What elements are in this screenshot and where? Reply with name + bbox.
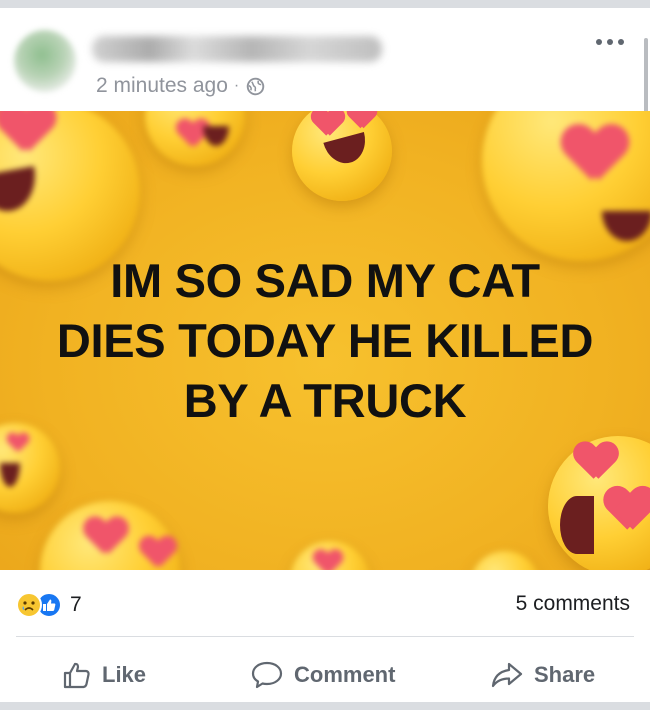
post-timestamp[interactable]: 2 minutes ago	[96, 74, 228, 98]
post-card: 2 minutes ago · IM SO SAD MY CAT DIES TO…	[0, 8, 650, 702]
heart-eyes-emoji-decoration	[145, 111, 245, 166]
comment-button[interactable]: Comment	[250, 656, 395, 694]
heart-eyes-emoji-decoration	[290, 541, 370, 570]
heart-eyes-emoji-decoration	[482, 111, 650, 261]
reactions-summary[interactable]: 7	[16, 590, 82, 620]
caption-line: IM SO SAD MY CAT	[110, 254, 540, 307]
comment-bubble-icon	[251, 661, 283, 689]
image-caption: IM SO SAD MY CAT DIES TODAY HE KILLED BY…	[0, 251, 650, 431]
share-arrow-icon	[491, 662, 523, 688]
reaction-count: 7	[70, 593, 82, 616]
meta-separator: ·	[233, 77, 240, 94]
globe-icon[interactable]	[246, 77, 265, 96]
heart-eyes-emoji-decoration	[40, 501, 180, 570]
caption-line: DIES TODAY HE KILLED	[56, 314, 594, 367]
heart-eyes-emoji-decoration	[292, 111, 392, 201]
heart-eyes-emoji-decoration	[0, 423, 60, 513]
profile-avatar[interactable]	[14, 30, 76, 92]
share-button[interactable]: Share	[490, 656, 595, 694]
heart-eyes-emoji-decoration	[548, 436, 650, 570]
post-meta: 2 minutes ago ·	[96, 74, 265, 98]
like-label: Like	[102, 662, 147, 687]
share-label: Share	[534, 662, 596, 687]
more-options-icon[interactable]	[596, 36, 624, 48]
feed-background-top	[0, 0, 650, 8]
feed-background-bottom	[0, 702, 650, 710]
post-image[interactable]: IM SO SAD MY CAT DIES TODAY HE KILLED BY…	[0, 111, 650, 570]
sad-reaction-icon	[16, 592, 42, 618]
comment-label: Comment	[294, 662, 396, 687]
thumbs-up-icon	[63, 662, 90, 689]
divider	[16, 636, 634, 637]
caption-line: BY A TRUCK	[183, 374, 467, 427]
comments-count-link[interactable]: 5 comments	[516, 592, 630, 616]
heart-eyes-emoji-decoration	[470, 551, 540, 570]
author-name-redacted[interactable]	[92, 36, 382, 62]
like-button[interactable]: Like	[62, 656, 146, 694]
